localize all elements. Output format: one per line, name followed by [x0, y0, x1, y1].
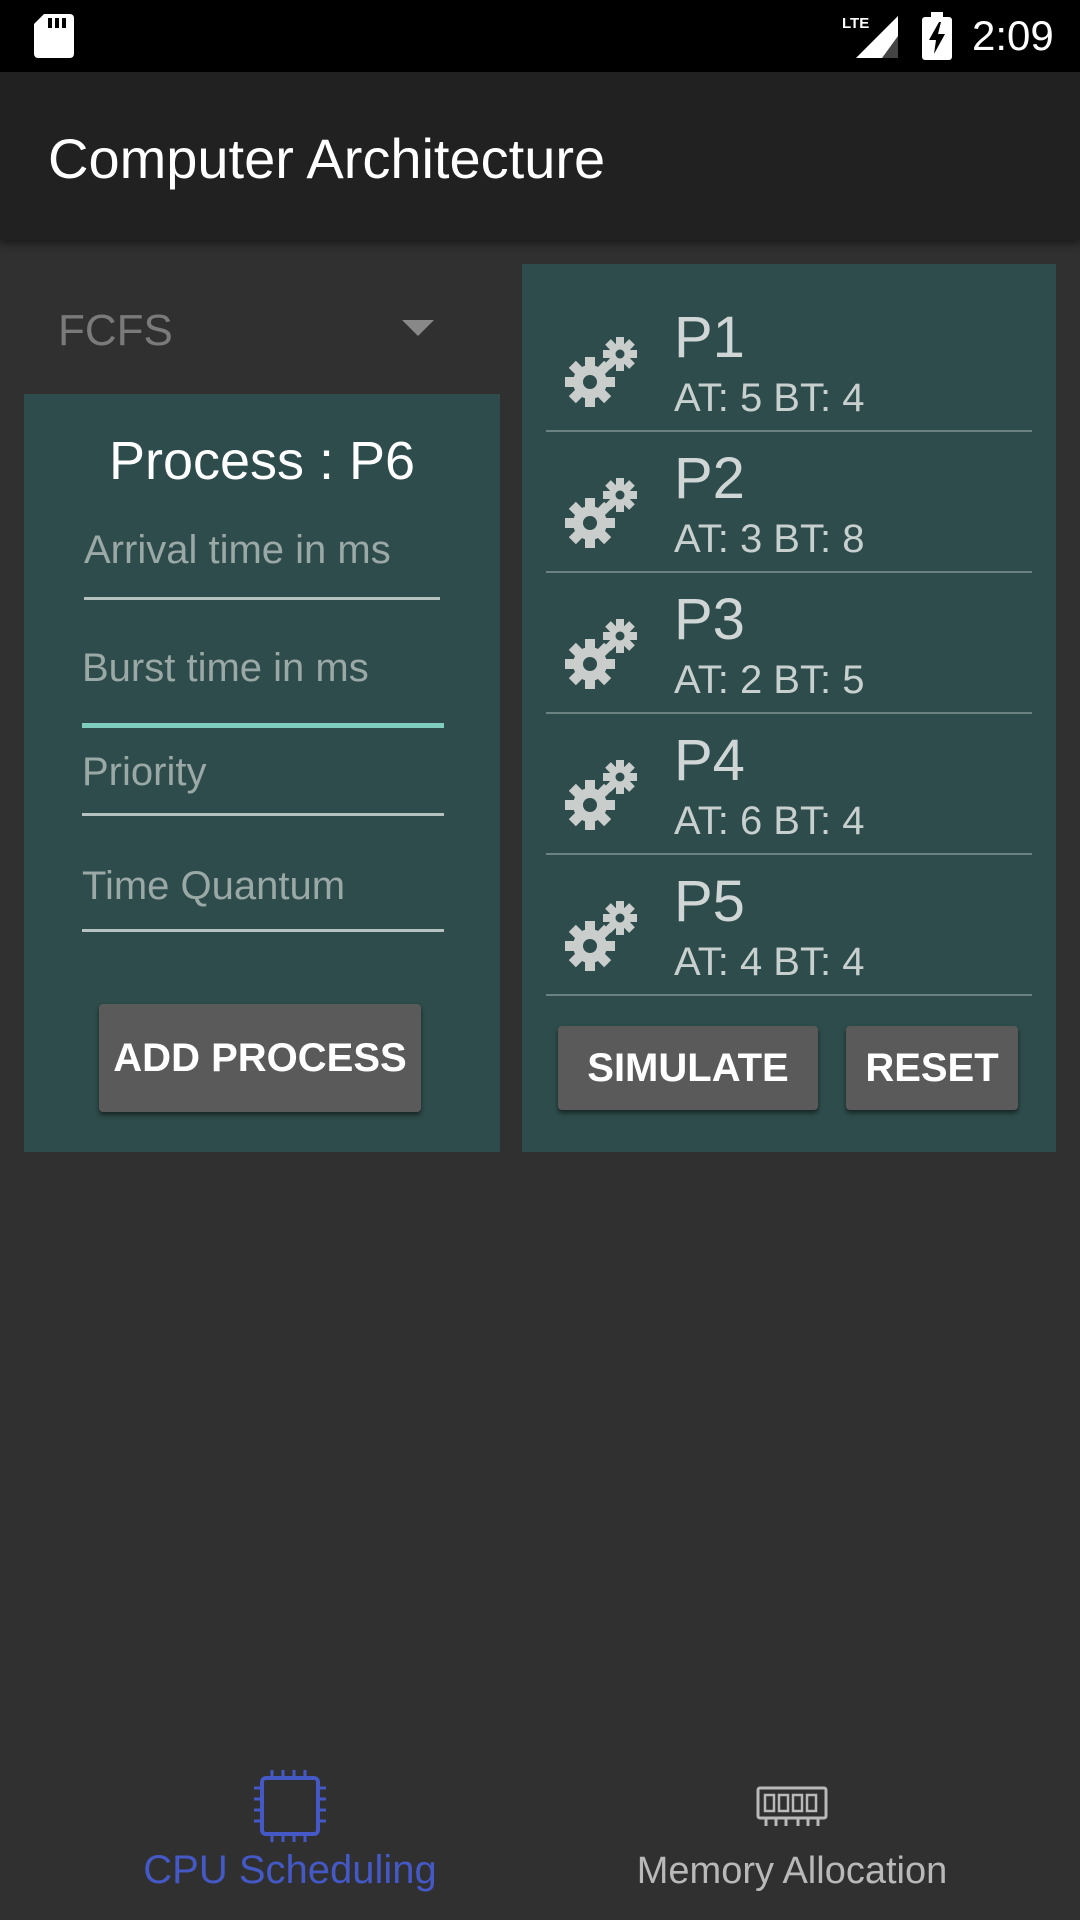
time-quantum-placeholder: Time Quantum: [82, 864, 346, 908]
nav-memory-label: Memory Allocation: [636, 1850, 948, 1892]
cpu-chip-icon: [254, 1770, 326, 1842]
dropdown-arrow-icon: [402, 320, 434, 336]
app-title: Computer Architecture: [48, 127, 606, 190]
process-details: AT: 2 BT: 5: [674, 658, 865, 702]
bottom-navigation: CPU Scheduling Memory Allocation: [0, 1738, 1080, 1920]
memory-ram-icon: [756, 1786, 828, 1826]
input-underline: [84, 597, 440, 600]
status-bar: LTE 2:09: [0, 0, 1080, 72]
gears-icon: [565, 760, 637, 830]
nav-memory-allocation[interactable]: Memory Allocation: [572, 1738, 1012, 1920]
input-underline-focused: [82, 723, 444, 728]
list-item[interactable]: P1 AT: 5 BT: 4: [546, 290, 1032, 432]
process-details: AT: 3 BT: 8: [674, 517, 865, 561]
input-underline: [82, 929, 444, 932]
app-bar: Computer Architecture: [0, 72, 1080, 240]
add-process-card: Process : P6 Arrival time in ms Burst ti…: [24, 394, 500, 1152]
process-name: P2: [674, 446, 745, 511]
burst-time-placeholder: Burst time in ms: [82, 646, 369, 690]
arrival-time-input[interactable]: Arrival time in ms: [84, 528, 440, 600]
battery-charging-icon: [922, 12, 952, 60]
process-title: Process : P6: [108, 431, 416, 491]
input-underline: [82, 813, 444, 816]
list-item[interactable]: P2 AT: 3 BT: 8: [546, 431, 1032, 573]
nav-cpu-label: CPU Scheduling: [143, 1848, 437, 1892]
process-details: AT: 6 BT: 4: [674, 799, 865, 843]
nav-cpu-scheduling[interactable]: CPU Scheduling: [80, 1738, 500, 1920]
process-name: P5: [674, 869, 745, 934]
add-process-button[interactable]: ADD PROCESS: [99, 1004, 421, 1112]
clock: 2:09: [972, 12, 1054, 59]
sd-card-icon: [34, 14, 74, 58]
list-item[interactable]: P5 AT: 4 BT: 4: [546, 854, 1032, 996]
gears-icon: [565, 337, 637, 407]
process-name: P3: [674, 587, 745, 652]
time-quantum-input[interactable]: Time Quantum: [82, 864, 444, 932]
priority-input[interactable]: Priority: [82, 750, 444, 816]
process-name: P4: [674, 728, 745, 793]
priority-placeholder: Priority: [82, 750, 207, 794]
arrival-time-placeholder: Arrival time in ms: [84, 528, 391, 572]
gears-icon: [565, 901, 637, 971]
process-name: P1: [674, 305, 745, 370]
burst-time-input[interactable]: Burst time in ms: [82, 646, 444, 728]
process-details: AT: 4 BT: 4: [674, 940, 865, 984]
gears-icon: [565, 619, 637, 689]
algorithm-selected-value: FCFS: [58, 306, 173, 355]
lte-label: LTE: [842, 15, 869, 32]
process-details: AT: 5 BT: 4: [674, 376, 865, 420]
process-list-card: P1 AT: 5 BT: 4 P2 AT: 3 BT: 8 P3 AT: 2 B…: [522, 264, 1056, 1152]
lte-signal-icon: LTE: [842, 15, 898, 58]
gears-icon: [565, 478, 637, 548]
algorithm-dropdown[interactable]: FCFS: [24, 290, 500, 370]
list-item[interactable]: P4 AT: 6 BT: 4: [546, 713, 1032, 855]
list-item[interactable]: P3 AT: 2 BT: 5: [546, 572, 1032, 714]
reset-button[interactable]: RESET: [846, 1026, 1018, 1110]
simulate-button[interactable]: SIMULATE: [558, 1026, 818, 1110]
